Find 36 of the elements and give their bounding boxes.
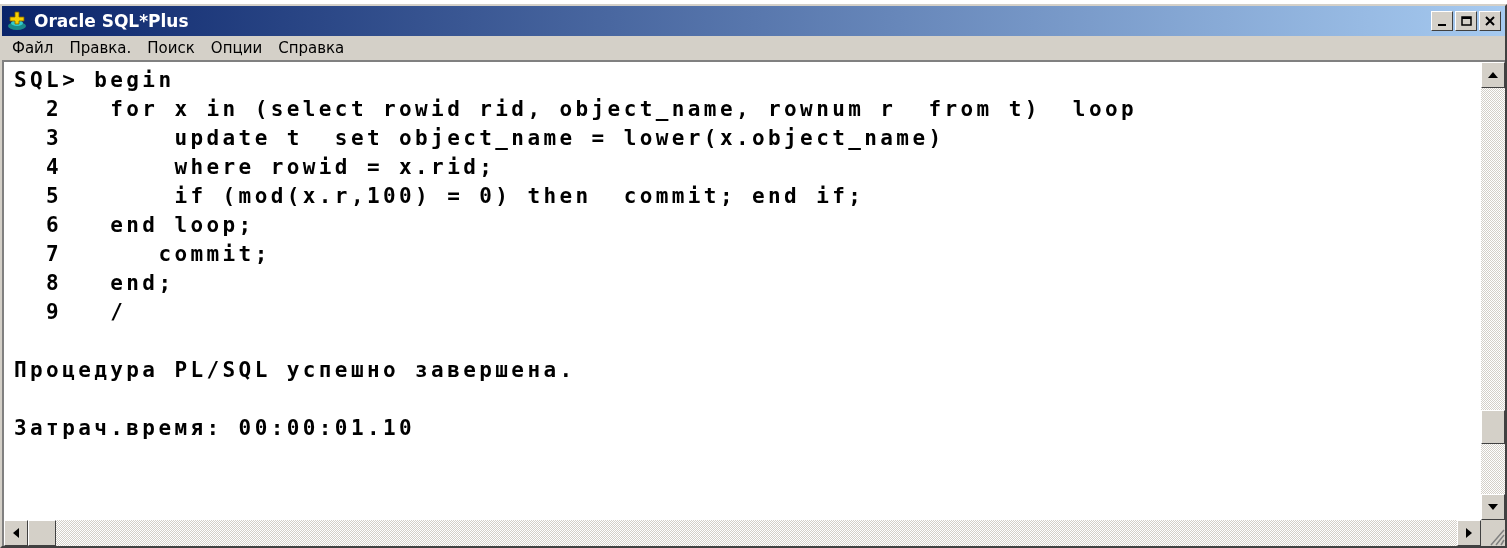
code-line: 3 update t set object_name = lower(x.object_name) [45, 125, 945, 152]
minimize-icon [1438, 24, 1446, 26]
code-line: 2 for x in (select rowid rid, object_name, rownum r from t) loop [45, 96, 1137, 123]
horizontal-scrollbar[interactable] [4, 520, 1481, 546]
scroll-up-button[interactable] [1481, 62, 1505, 88]
menu-item[interactable]: Поиск [147, 39, 195, 57]
right-arrow-icon [1466, 528, 1472, 538]
vertical-scrollbar[interactable] [1481, 62, 1505, 520]
scroll-left-button[interactable] [4, 520, 28, 546]
code-line: 5 if (mod(x.r,100) = 0) then commit; end if; [45, 183, 865, 210]
output-line: Процедура PL/SQL успешно завершена. [14, 357, 576, 384]
down-arrow-icon [1488, 504, 1498, 510]
up-arrow-icon [1488, 72, 1498, 78]
window-title: Oracle SQL*Plus [34, 11, 190, 31]
menu-item[interactable]: Правка. [69, 39, 132, 57]
app-icon [6, 10, 28, 32]
code-line: 8 end; [45, 270, 175, 297]
minimize-button[interactable] [1431, 11, 1453, 31]
menu-item[interactable]: Опции [210, 39, 263, 57]
close-icon [1485, 16, 1495, 26]
scroll-thumb[interactable] [28, 520, 56, 546]
scroll-right-button[interactable] [1457, 520, 1481, 546]
menu-item[interactable]: Справка [278, 39, 345, 57]
code-line: 6 end loop; [45, 212, 255, 239]
close-button[interactable] [1479, 11, 1501, 31]
output-line: Затрач.время: 00:00:01.10 [14, 415, 416, 442]
code-line: 9 / [45, 299, 127, 326]
scroll-thumb[interactable] [1481, 410, 1505, 444]
code-line: 7 commit; [45, 241, 271, 268]
left-arrow-icon [13, 528, 19, 538]
code-line: SQL> begin [14, 67, 175, 94]
scroll-down-button[interactable] [1481, 494, 1505, 520]
code-line: 4 where rowid = x.rid; [45, 154, 496, 181]
maximize-icon [1460, 16, 1472, 26]
menu-item[interactable]: Файл [12, 39, 54, 57]
maximize-button[interactable] [1455, 11, 1477, 31]
